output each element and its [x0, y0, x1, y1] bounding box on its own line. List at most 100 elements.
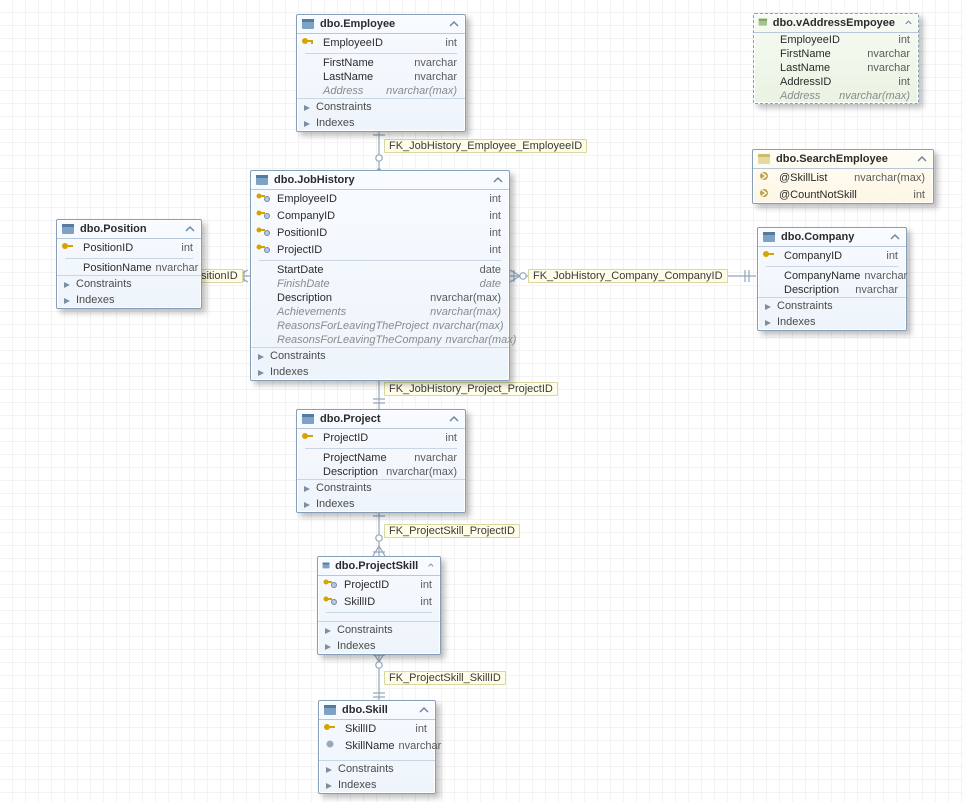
- triangle-right-icon: [63, 296, 71, 304]
- table-header[interactable]: dbo.Company: [758, 228, 906, 247]
- constraints-group[interactable]: Constraints: [758, 297, 906, 314]
- pk-icon: [301, 35, 319, 50]
- chevron-up-icon[interactable]: [449, 19, 459, 29]
- triangle-right-icon: [257, 352, 265, 360]
- table-header[interactable]: dbo.vAddressEmpoyee: [754, 14, 918, 33]
- table-header[interactable]: dbo.Skill: [319, 701, 435, 720]
- table-title: dbo.SearchEmployee: [776, 153, 888, 165]
- unique-icon: [323, 738, 341, 753]
- table-position[interactable]: dbo.Position PositionIDint PositionNamen…: [56, 219, 202, 309]
- param-row: @CountNotSkillint: [753, 186, 933, 203]
- param-in-icon: [757, 187, 775, 202]
- triangle-right-icon: [303, 484, 311, 492]
- chevron-up-icon[interactable]: [905, 18, 912, 28]
- column-row: PositionIDint: [57, 239, 201, 256]
- proc-searchemployee[interactable]: dbo.SearchEmployee @SkillListnvarchar(ma…: [752, 149, 934, 204]
- table-header[interactable]: dbo.SearchEmployee: [753, 150, 933, 169]
- table-header[interactable]: dbo.Position: [57, 220, 201, 239]
- constraints-group[interactable]: Constraints: [318, 621, 440, 638]
- table-title: dbo.JobHistory: [274, 174, 355, 186]
- column-row: EmployeeIDint: [297, 34, 465, 51]
- column-row: SkillIDint: [318, 593, 440, 610]
- column-row: LastNamenvarchar: [297, 70, 465, 84]
- triangle-right-icon: [257, 368, 265, 376]
- column-row: ReasonsForLeavingTheProjectnvarchar(max): [251, 319, 509, 333]
- triangle-right-icon: [63, 280, 71, 288]
- table-project[interactable]: dbo.Project ProjectIDint ProjectNamenvar…: [296, 409, 466, 513]
- indexes-group[interactable]: Indexes: [251, 364, 509, 380]
- indexes-group[interactable]: Indexes: [319, 777, 435, 793]
- pk-icon: [301, 430, 319, 445]
- table-jobhistory[interactable]: dbo.JobHistory EmployeeIDint CompanyIDin…: [250, 170, 510, 381]
- column-row: Addressnvarchar(max): [754, 89, 918, 103]
- column-row: EmployeeIDint: [754, 33, 918, 47]
- table-icon: [301, 413, 315, 425]
- table-icon: [61, 223, 75, 235]
- table-icon: [255, 174, 269, 186]
- table-header[interactable]: dbo.Employee: [297, 15, 465, 34]
- pk-fk-icon: [255, 208, 273, 223]
- table-header[interactable]: dbo.JobHistory: [251, 171, 509, 190]
- column-row: FinishDatedate: [251, 277, 509, 291]
- table-header[interactable]: dbo.ProjectSkill: [318, 557, 440, 576]
- fk-label-jobhistory-company: FK_JobHistory_Company_CompanyID: [528, 269, 728, 283]
- table-employee[interactable]: dbo.Employee EmployeeIDint FirstNamenvar…: [296, 14, 466, 132]
- column-row: ReasonsForLeavingTheCompanynvarchar(max): [251, 333, 509, 347]
- chevron-up-icon[interactable]: [917, 154, 927, 164]
- pk-fk-icon: [322, 594, 340, 609]
- table-title: dbo.ProjectSkill: [335, 560, 418, 572]
- pk-icon: [762, 248, 780, 263]
- constraints-group[interactable]: Constraints: [297, 98, 465, 115]
- column-row: PositionIDint: [251, 224, 509, 241]
- column-row: FirstNamenvarchar: [754, 47, 918, 61]
- column-row: PositionNamenvarchar: [57, 261, 201, 275]
- column-row: Achievementsnvarchar(max): [251, 305, 509, 319]
- triangle-right-icon: [764, 302, 772, 310]
- indexes-group[interactable]: Indexes: [57, 292, 201, 308]
- pk-icon: [61, 240, 79, 255]
- indexes-group[interactable]: Indexes: [318, 638, 440, 654]
- table-title: dbo.Project: [320, 413, 381, 425]
- table-skill[interactable]: dbo.Skill SkillIDint SkillNamenvarchar C…: [318, 700, 436, 794]
- column-row: ProjectNamenvarchar: [297, 451, 465, 465]
- triangle-right-icon: [324, 642, 332, 650]
- chevron-up-icon[interactable]: [449, 414, 459, 424]
- triangle-right-icon: [764, 318, 772, 326]
- pk-fk-icon: [255, 242, 273, 257]
- indexes-group[interactable]: Indexes: [297, 496, 465, 512]
- chevron-up-icon[interactable]: [428, 561, 434, 571]
- fk-label-projectskill-skill: FK_ProjectSkill_SkillID: [384, 671, 506, 685]
- table-title: dbo.Company: [781, 231, 854, 243]
- column-row: SkillIDint: [319, 720, 435, 737]
- table-company[interactable]: dbo.Company CompanyIDint CompanyNamenvar…: [757, 227, 907, 331]
- indexes-group[interactable]: Indexes: [758, 314, 906, 330]
- fk-label-jobhistory-project: FK_JobHistory_Project_ProjectID: [384, 382, 558, 396]
- pk-fk-icon: [255, 191, 273, 206]
- table-header[interactable]: dbo.Project: [297, 410, 465, 429]
- view-vaddressemployee[interactable]: dbo.vAddressEmpoyee EmployeeIDint FirstN…: [753, 13, 919, 104]
- column-row: SkillNamenvarchar: [319, 737, 435, 754]
- param-in-icon: [757, 170, 775, 185]
- chevron-up-icon[interactable]: [493, 175, 503, 185]
- table-title: dbo.Employee: [320, 18, 395, 30]
- column-row: ProjectIDint: [297, 429, 465, 446]
- column-row: ProjectIDint: [318, 576, 440, 593]
- triangle-right-icon: [325, 781, 333, 789]
- erd-canvas[interactable]: FK_JobHistory_Employee_EmployeeID FK_Job…: [0, 0, 963, 802]
- constraints-group[interactable]: Constraints: [319, 760, 435, 777]
- table-icon: [322, 560, 330, 572]
- param-row: @SkillListnvarchar(max): [753, 169, 933, 186]
- indexes-group[interactable]: Indexes: [297, 115, 465, 131]
- triangle-right-icon: [303, 103, 311, 111]
- constraints-group[interactable]: Constraints: [251, 347, 509, 364]
- constraints-group[interactable]: Constraints: [297, 479, 465, 496]
- triangle-right-icon: [303, 119, 311, 127]
- constraints-group[interactable]: Constraints: [57, 275, 201, 292]
- triangle-right-icon: [325, 765, 333, 773]
- table-title: dbo.Skill: [342, 704, 388, 716]
- chevron-up-icon[interactable]: [890, 232, 900, 242]
- column-row: CompanyNamenvarchar: [758, 269, 906, 283]
- chevron-up-icon[interactable]: [185, 224, 195, 234]
- chevron-up-icon[interactable]: [419, 705, 429, 715]
- table-projectskill[interactable]: dbo.ProjectSkill ProjectIDint SkillIDint…: [317, 556, 441, 655]
